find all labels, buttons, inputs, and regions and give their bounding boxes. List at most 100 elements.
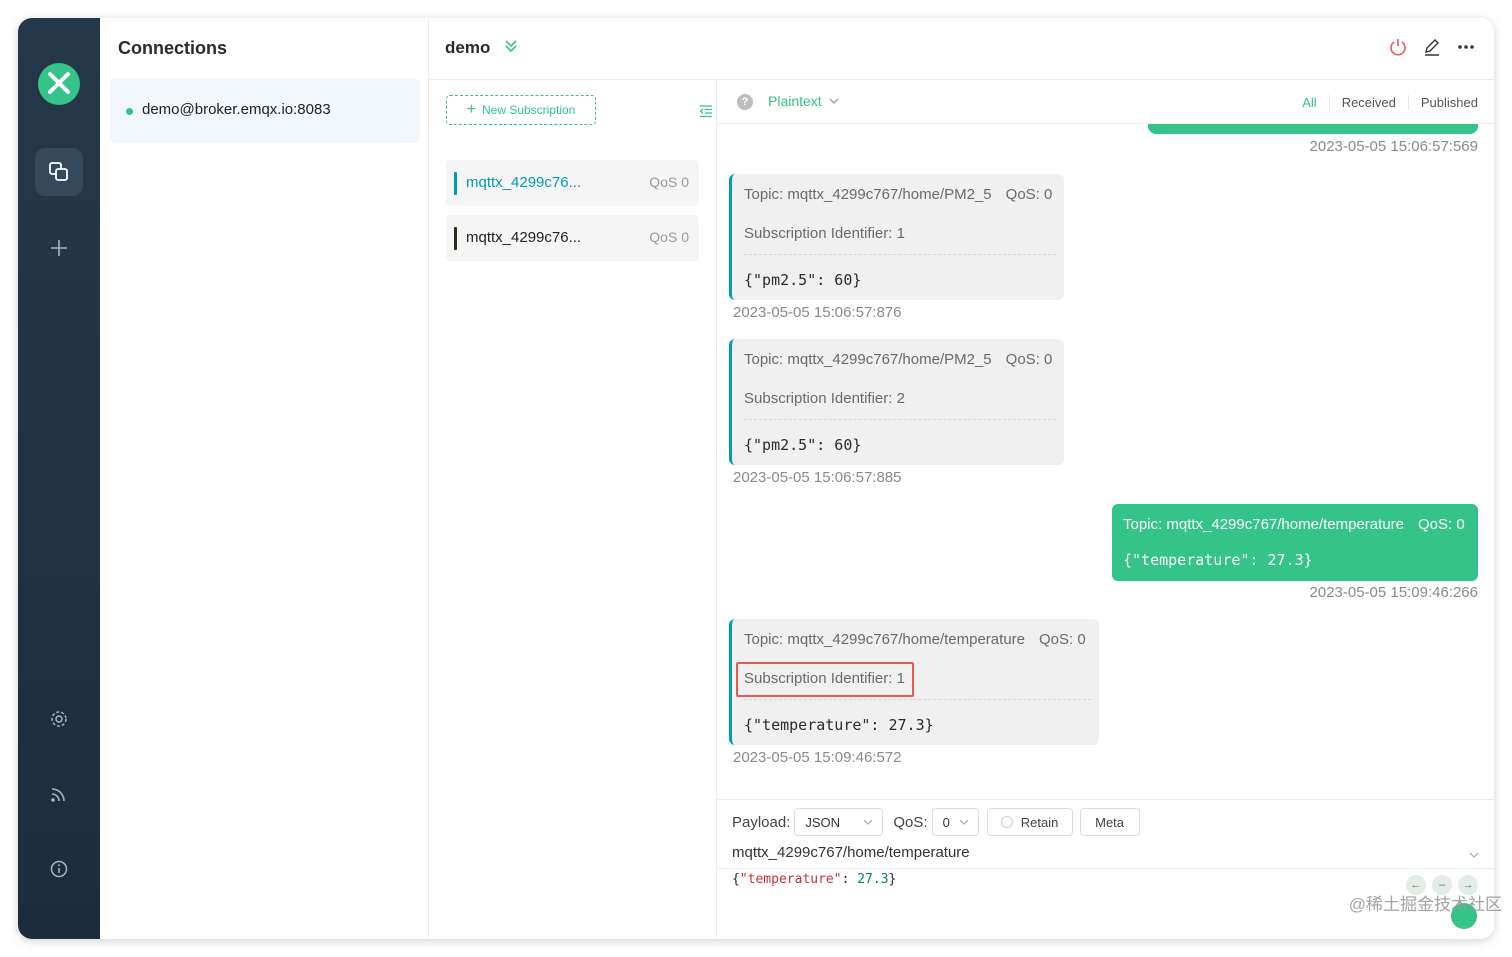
divider [717, 868, 1494, 869]
subscription-item[interactable]: mqttx_4299c76... QoS 0 [446, 215, 699, 261]
payload-type-value: JSON [805, 814, 841, 830]
payload-type-select[interactable]: JSON [794, 808, 884, 836]
collapse-list-icon [699, 105, 712, 118]
messages-panel: ? Plaintext All Received Published 2023-… [717, 80, 1494, 939]
message-qos: QoS: 0 [1418, 516, 1465, 533]
message-filter-tabs: All Received Published [1290, 95, 1478, 110]
format-label: Plaintext [768, 93, 822, 109]
help-icon[interactable]: ? [737, 94, 753, 110]
connections-nav-button[interactable] [35, 148, 83, 196]
outgoing-message-bubble: Topic: mqttx_4299c767/home/temperature Qo… [1112, 504, 1478, 581]
divider [744, 254, 1056, 255]
message-qos: QoS: 0 [1005, 186, 1053, 203]
new-subscription-label: New Subscription [481, 103, 576, 117]
message-qos: QoS: 0 [1005, 351, 1053, 368]
messages-toolbar: ? Plaintext All Received Published [717, 80, 1494, 124]
subscription-qos: QoS 0 [649, 174, 689, 190]
retain-radio-icon [1000, 816, 1013, 828]
payload-key: "temperature" [739, 872, 842, 887]
main-header: demo [429, 18, 1494, 80]
left-rail [18, 18, 100, 939]
subscription-identifier: Subscription Identifier: 2 [744, 390, 905, 407]
message-timestamp: 2023-05-05 15:06:57:569 [1309, 138, 1478, 155]
connections-panel: Connections demo@broker.emqx.io:8083 [100, 18, 429, 939]
feed-icon [51, 788, 65, 802]
payload-format-select[interactable]: Plaintext [768, 93, 840, 109]
incoming-message-bubble: Topic: mqttx_4299c767/home/PM2_5 QoS: 0 S… [729, 339, 1064, 465]
subscription-qos: QoS 0 [649, 229, 689, 245]
connection-item[interactable]: demo@broker.emqx.io:8083 [110, 78, 420, 143]
message-list[interactable]: 2023-05-05 15:06:57:569 Topic: mqttx_429… [717, 124, 1494, 781]
retain-label: Retain [1020, 814, 1059, 830]
chevron-down-icon [959, 819, 968, 825]
edit-icon [1425, 39, 1439, 56]
app-logo-icon [38, 63, 80, 105]
incoming-message-bubble: Topic: mqttx_4299c767/home/temperature Qo… [729, 619, 1099, 745]
more-options-button[interactable] [1456, 36, 1476, 58]
outgoing-message-bubble [1148, 124, 1478, 134]
plus-icon: + [466, 101, 476, 118]
filter-received-tab[interactable]: Received [1328, 95, 1408, 110]
message-topic-line: Topic: mqttx_4299c767/home/temperature Qo… [1123, 516, 1465, 533]
connection-name: demo@broker.emqx.io:8083 [142, 101, 331, 118]
new-connection-button[interactable] [35, 224, 83, 272]
about-button[interactable] [35, 845, 83, 893]
message-topic: Topic: mqttx_4299c767/home/temperature [1123, 516, 1404, 533]
publish-payload-editor[interactable]: {"temperature": 27.3} [732, 872, 896, 887]
message-topic-line: Topic: mqttx_4299c767/home/PM2_5 QoS: 0 [744, 186, 1052, 203]
plus-icon [51, 240, 67, 256]
subscription-topic: mqttx_4299c76... [466, 174, 582, 191]
header-actions [1388, 36, 1476, 58]
message-payload: {"temperature": 27.3} [1123, 551, 1313, 569]
message-timestamp: 2023-05-05 15:09:46:572 [733, 749, 902, 766]
message-topic-line: Topic: mqttx_4299c767/home/temperature Qo… [744, 631, 1086, 648]
double-chevron-down-icon [505, 40, 517, 53]
highlight-box [736, 662, 914, 697]
publish-topic-input[interactable]: mqttx_4299c767/home/temperature [732, 844, 970, 861]
message-timestamp: 2023-05-05 15:06:57:885 [733, 469, 902, 486]
subscription-identifier: Subscription Identifier: 1 [744, 225, 905, 242]
message-topic: Topic: mqttx_4299c767/home/temperature [744, 631, 1025, 648]
message-topic: Topic: mqttx_4299c767/home/PM2_5 [744, 186, 992, 203]
message-qos: QoS: 0 [1039, 631, 1086, 648]
filter-all-tab[interactable]: All [1290, 95, 1328, 110]
chevron-down-icon [829, 98, 839, 104]
watermark: @稀土掘金技术社区 [1348, 895, 1502, 914]
message-payload: {"pm2.5": 60} [744, 271, 862, 289]
connection-status-dot [126, 108, 133, 115]
publish-area: Payload: JSON QoS: 0 Retain Meta mqttx_4… [717, 799, 1494, 939]
subscription-topic: mqttx_4299c76... [466, 229, 582, 246]
incoming-message-bubble: Topic: mqttx_4299c767/home/PM2_5 QoS: 0 S… [729, 174, 1064, 300]
subscription-color-bar [454, 172, 457, 195]
filter-published-tab[interactable]: Published [1407, 95, 1478, 110]
subscription-color-bar [454, 227, 457, 250]
message-timestamp: 2023-05-05 15:06:57:876 [733, 304, 902, 321]
new-subscription-button[interactable]: + New Subscription [446, 95, 596, 125]
divider [744, 699, 1091, 700]
qos-select[interactable]: 0 [931, 808, 979, 836]
retain-toggle[interactable]: Retain [986, 808, 1073, 836]
publish-options: Payload: JSON QoS: 0 Retain Meta [732, 808, 1140, 836]
topic-history-button[interactable] [1468, 848, 1480, 866]
divider [744, 419, 1056, 420]
power-icon [1390, 39, 1406, 56]
edit-connection-button[interactable] [1422, 36, 1442, 58]
message-timestamp: 2023-05-05 15:09:46:266 [1309, 584, 1478, 601]
chevron-down-icon [1469, 852, 1479, 858]
qos-value: 0 [942, 814, 950, 830]
expand-info-button[interactable] [503, 38, 519, 59]
message-payload: {"pm2.5": 60} [744, 436, 862, 454]
connections-title: Connections [118, 38, 228, 58]
disconnect-button[interactable] [1388, 36, 1408, 58]
collapse-subscriptions-button[interactable] [699, 104, 713, 123]
subscription-item[interactable]: mqttx_4299c76... QoS 0 [446, 160, 699, 206]
script-button[interactable] [35, 770, 83, 818]
meta-button[interactable]: Meta [1079, 808, 1140, 836]
qos-label: QoS: [893, 813, 928, 831]
settings-button[interactable] [35, 695, 83, 743]
app-window: Connections demo@broker.emqx.io:8083 dem… [18, 18, 1494, 939]
more-icon [1458, 45, 1474, 49]
info-icon [50, 860, 68, 878]
message-topic-line: Topic: mqttx_4299c767/home/PM2_5 QoS: 0 [744, 351, 1052, 368]
message-payload: {"temperature": 27.3} [744, 716, 934, 734]
